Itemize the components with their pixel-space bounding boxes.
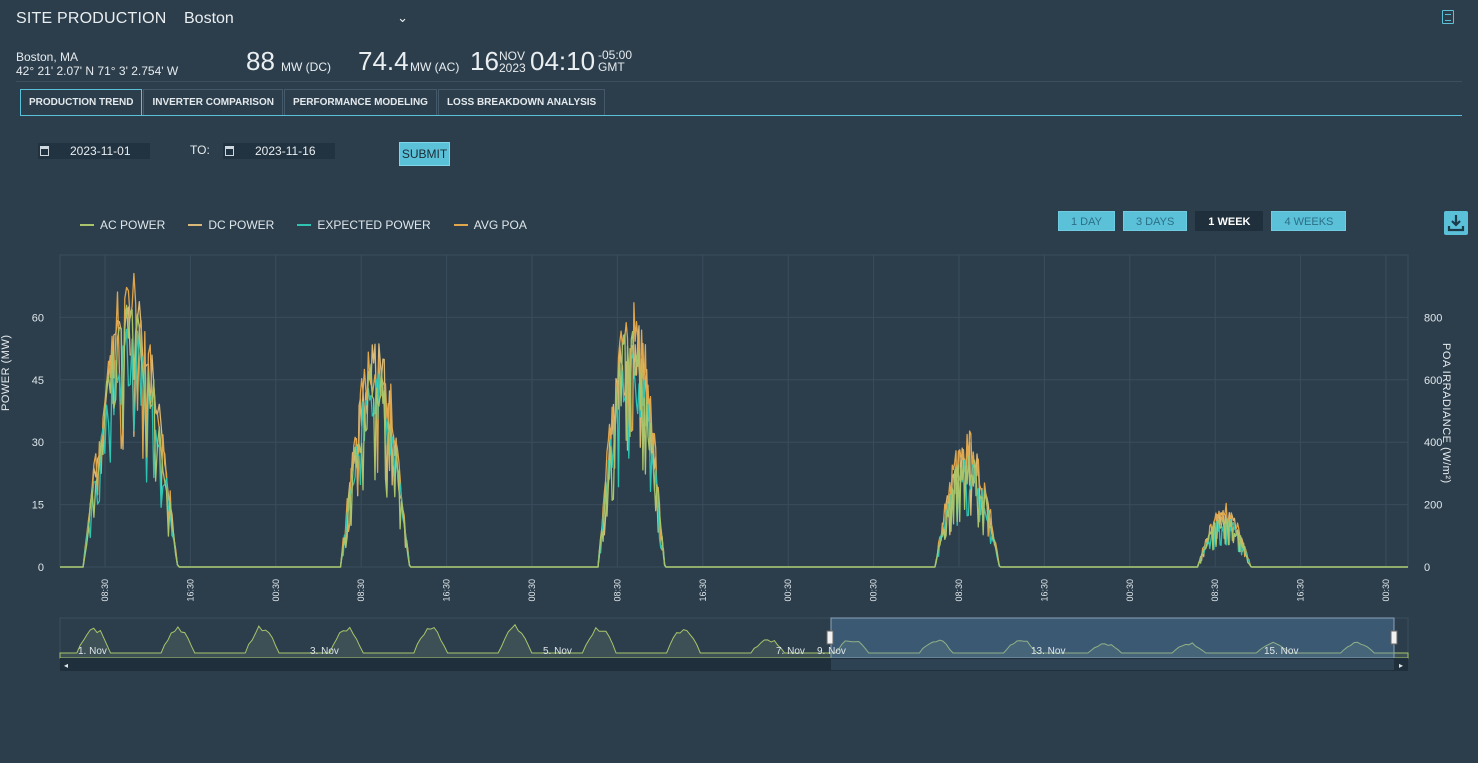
y-tick-label: 60 [32, 312, 44, 324]
x-tick-label: 16:30 [1039, 579, 1049, 602]
legend-label: EXPECTED POWER [317, 218, 431, 232]
calendar-icon [40, 146, 49, 156]
legend-expected-power[interactable]: EXPECTED POWER [297, 218, 431, 232]
chart-legend: AC POWER DC POWER EXPECTED POWER AVG POA [80, 218, 550, 232]
y-ticks-left: 0 15 30 45 60 [32, 312, 44, 574]
navigator-label: 9. Nov [817, 646, 846, 657]
chart-grid [59, 254, 1409, 568]
y-right-tick-label: 800 [1424, 312, 1442, 324]
site-select-value: Boston [184, 10, 234, 27]
navigator-label: 3. Nov [310, 646, 339, 657]
y-tick-label: 15 [32, 500, 44, 512]
dc-capacity-unit: MW (DC) [281, 60, 331, 74]
legend-ac-power[interactable]: AC POWER [80, 218, 165, 232]
navigator-label: 5. Nov [543, 646, 572, 657]
scroll-left-icon: ◂ [64, 661, 68, 670]
legend-swatch [188, 224, 203, 226]
legend-avg-poa[interactable]: AVG POA [453, 218, 527, 232]
legend-label: AVG POA [473, 218, 527, 232]
x-tick-label: 08:30 [100, 579, 110, 602]
x-tick-label: 00:30 [527, 579, 537, 602]
range-selector: 1 DAY 3 DAYS 1 WEEK 4 WEEKS [1058, 211, 1354, 231]
x-tick-label: 00:30 [1125, 579, 1135, 602]
to-date-input[interactable]: 2023-11-16 [223, 143, 335, 159]
x-tick-label: 08:30 [1210, 579, 1220, 602]
tab-underline [20, 115, 1462, 116]
site-coordinates: 42° 21' 2.07' N 71° 3' 2.754' W [16, 64, 179, 78]
to-label: TO: [190, 143, 210, 157]
x-tick-label: 08:30 [954, 579, 964, 602]
submit-button[interactable]: SUBMIT [399, 142, 450, 166]
plot-frame [59, 254, 1409, 568]
range-1-day-button[interactable]: 1 DAY [1058, 211, 1115, 231]
calendar-icon [225, 146, 234, 156]
x-tick-label: 16:30 [442, 579, 452, 602]
scroll-right-icon: ▸ [1399, 661, 1403, 670]
y-right-tick-label: 0 [1424, 562, 1430, 574]
date-year: 2023 [499, 61, 526, 75]
tab-inverter-comparison[interactable]: INVERTER COMPARISON [143, 89, 283, 115]
site-city: Boston, MA [16, 50, 79, 64]
download-icon [1447, 215, 1465, 232]
navigator-handle-left [826, 630, 834, 645]
from-date-value: 2023-11-01 [70, 144, 131, 158]
tab-bar: PRODUCTION TREND INVERTER COMPARISON PER… [20, 89, 606, 116]
navigator-label: 13. Nov [1031, 646, 1065, 657]
site-select[interactable]: Boston ⌄ [184, 10, 412, 32]
local-time: 04:10 [530, 46, 596, 76]
ac-power-line [60, 304, 1408, 568]
to-date-value: 2023-11-16 [255, 144, 316, 158]
document-icon[interactable] [1442, 10, 1454, 24]
navigator-label: 7. Nov [776, 646, 805, 657]
dc-power-line [60, 301, 1408, 568]
x-tick-label: 08:30 [612, 579, 622, 602]
navigator-label: 1. Nov [78, 646, 107, 657]
x-tick-label: 00:30 [271, 579, 281, 602]
page-title: SITE PRODUCTION [16, 10, 167, 27]
navigator-label: 15. Nov [1264, 646, 1298, 657]
y-right-tick-label: 200 [1424, 500, 1442, 512]
legend-swatch [297, 224, 312, 226]
y-right-tick-label: 400 [1424, 437, 1442, 449]
range-navigator: 1. Nov 3. Nov 5. Nov 7. Nov 9. Nov 13. Nov 15.… [59, 617, 1409, 671]
chevron-down-icon: ⌄ [397, 10, 408, 25]
range-4-weeks-button[interactable]: 4 WEEKS [1271, 211, 1347, 231]
x-tick-label: 16:30 [698, 579, 708, 602]
x-tick-label: 00:30 [1381, 579, 1391, 602]
legend-label: DC POWER [208, 218, 275, 232]
y-tick-label: 0 [38, 562, 44, 574]
from-date-input[interactable]: 2023-11-01 [38, 143, 150, 159]
x-tick-label: 16:30 [185, 579, 195, 602]
navigator-handle-right [1390, 630, 1398, 645]
x-tick-label: 16:30 [1296, 579, 1306, 602]
y-tick-label: 45 [32, 375, 44, 387]
download-button[interactable] [1444, 211, 1468, 235]
production-chart[interactable]: 015304560 0200400600800 08:30 16:30 00:30 0… [0, 245, 1478, 685]
ac-capacity-value: 74.4 [358, 46, 409, 76]
x-tick-label: 08:30 [356, 579, 366, 602]
ac-capacity-unit: MW (AC) [410, 60, 460, 74]
legend-swatch [453, 224, 468, 226]
x-ticks: 08:30 16:30 00:30 08:30 16:30 00:30 08:30 16:30… [100, 579, 1391, 602]
timezone-name: GMT [598, 60, 625, 74]
y-tick-label: 30 [32, 437, 44, 449]
legend-dc-power[interactable]: DC POWER [188, 218, 274, 232]
y-ticks-right: 0 200 400 600 800 [1424, 312, 1442, 574]
range-3-days-button[interactable]: 3 DAYS [1122, 211, 1188, 231]
date-day: 16 [470, 46, 499, 76]
tab-loss-breakdown[interactable]: LOSS BREAKDOWN ANALYSIS [437, 89, 606, 115]
dc-capacity-value: 88 [246, 46, 275, 76]
x-tick-label: 00:30 [783, 579, 793, 602]
range-1-week-button[interactable]: 1 WEEK [1195, 211, 1264, 231]
y-right-tick-label: 600 [1424, 375, 1442, 387]
tab-performance-modeling[interactable]: PERFORMANCE MODELING [283, 89, 437, 115]
navigator-scrollbar-thumb [831, 659, 1394, 670]
header-divider [16, 81, 1462, 82]
tab-production-trend[interactable]: PRODUCTION TREND [20, 89, 143, 116]
x-tick-label: 00:30 [869, 579, 879, 602]
legend-swatch [80, 224, 94, 226]
navigator-selection [830, 617, 1395, 659]
legend-label: AC POWER [100, 218, 166, 232]
expected-power-line [60, 328, 1408, 568]
